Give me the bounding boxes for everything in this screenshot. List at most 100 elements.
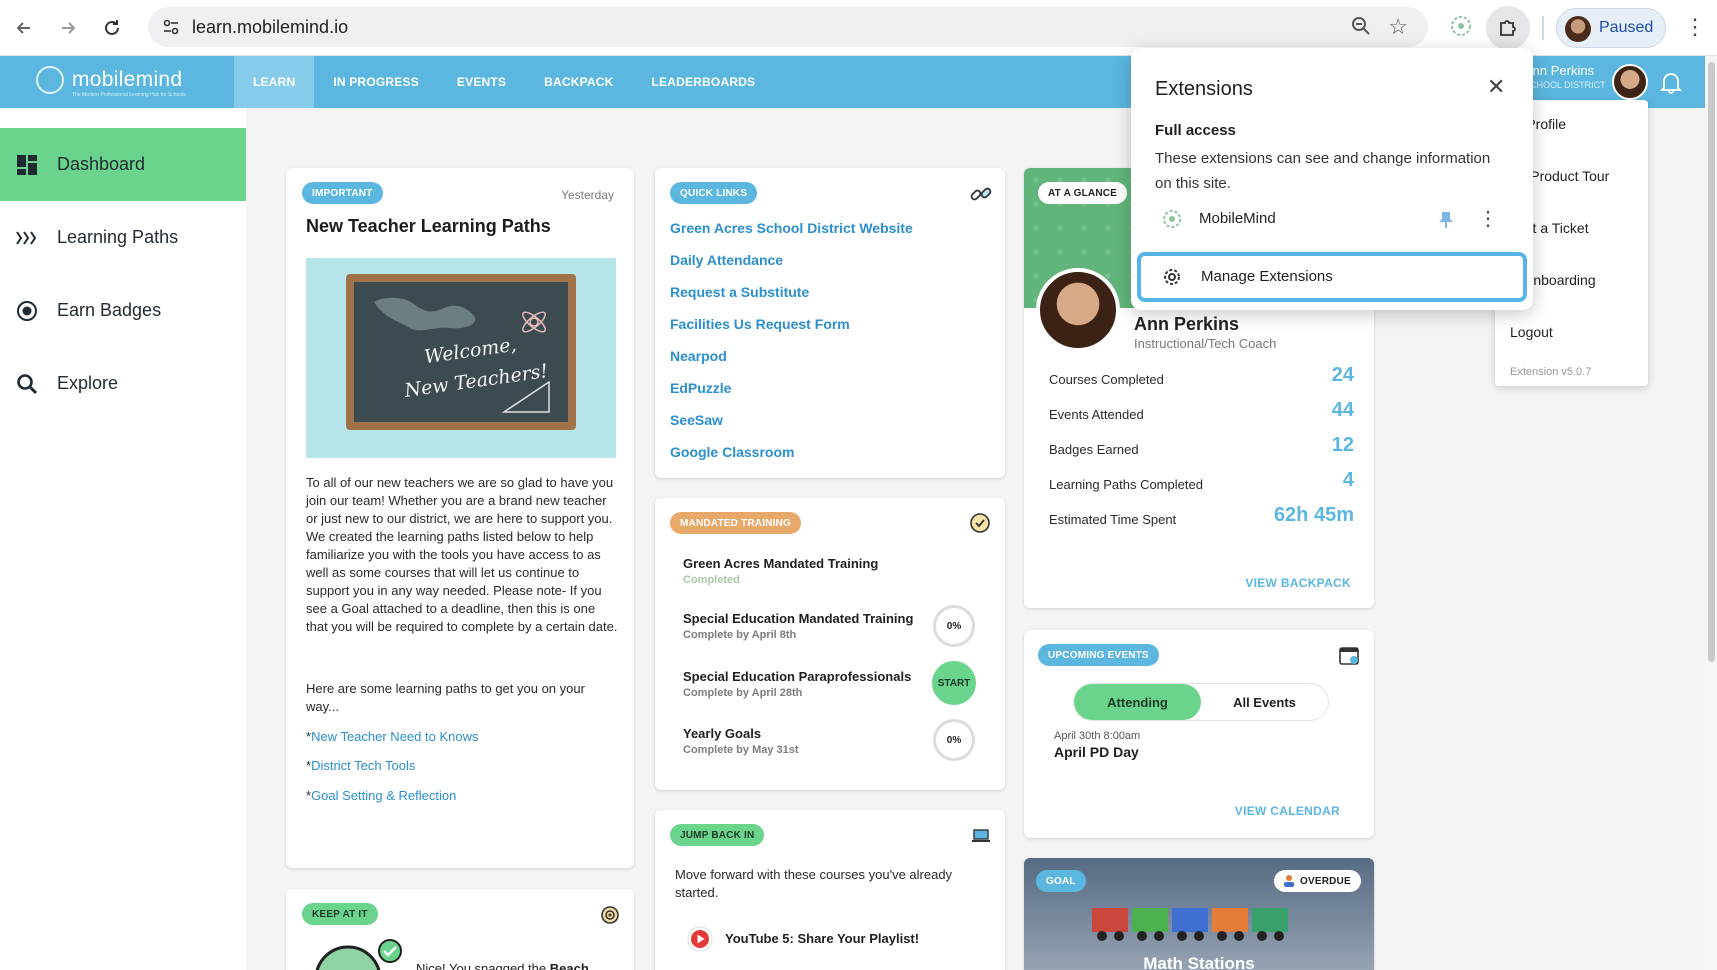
learning-path-link-2[interactable]: District Tech Tools <box>311 758 415 773</box>
scrollbar-thumb[interactable] <box>1708 62 1715 662</box>
stat-label: Learning Paths Completed <box>1049 477 1203 492</box>
overdue-label: OVERDUE <box>1300 875 1351 887</box>
training-item[interactable]: Green Acres Mandated Training Completed <box>683 556 1003 586</box>
jump-back-in-pill: JUMP BACK IN <box>670 824 765 846</box>
upcoming-events-card: UPCOMING EVENTS Attending All Events Apr… <box>1024 630 1374 838</box>
forward-icon[interactable] <box>52 12 84 44</box>
nav-in-progress[interactable]: IN PROGRESS <box>314 56 438 108</box>
target-icon <box>600 905 620 930</box>
overdue-person-icon <box>1282 874 1296 891</box>
progress-ring[interactable]: 0% <box>933 719 975 761</box>
sidebar-label-earn-badges: Earn Badges <box>57 300 162 320</box>
progress-ring[interactable]: 0% <box>933 605 975 647</box>
profile-status-label: Paused <box>1599 19 1654 36</box>
extension-name: MobileMind <box>1199 210 1276 227</box>
quick-links-pill: QUICK LINKS <box>670 182 758 204</box>
stat-courses-completed: Courses Completed 24 <box>1049 364 1354 394</box>
tab-attending[interactable]: Attending <box>1074 684 1201 720</box>
header-avatar[interactable] <box>1612 64 1648 100</box>
full-access-heading: Full access <box>1155 122 1236 139</box>
event-name[interactable]: April PD Day <box>1054 744 1139 760</box>
gear-icon <box>1161 266 1183 293</box>
stat-estimated-time: Estimated Time Spent 62h 45m <box>1049 504 1354 534</box>
quick-link-request-substitute[interactable]: Request a Substitute <box>670 284 913 316</box>
overdue-badge: OVERDUE <box>1274 870 1361 892</box>
close-icon[interactable]: ✕ <box>1487 74 1505 100</box>
jump-back-course-title[interactable]: YouTube 5: Share Your Playlist! <box>725 931 919 946</box>
manage-extensions-button[interactable]: Manage Extensions <box>1137 252 1527 302</box>
zoom-icon[interactable] <box>1350 15 1372 42</box>
extensions-puzzle-icon[interactable] <box>1486 6 1530 50</box>
nav-leaderboards[interactable]: LEADERBOARDS <box>633 56 775 108</box>
browser-menu-icon[interactable]: ⋮ <box>1684 14 1706 40</box>
sidebar-item-dashboard[interactable]: Dashboard <box>0 128 246 201</box>
extension-row-mobilemind[interactable]: MobileMind ⋮ <box>1155 206 1505 234</box>
goal-title[interactable]: Math Stations <box>1024 954 1374 970</box>
quick-link-edpuzzle[interactable]: EdPuzzle <box>670 380 913 412</box>
page-scrollbar[interactable] <box>1705 56 1717 970</box>
nav-backpack[interactable]: BACKPACK <box>525 56 632 108</box>
back-icon[interactable] <box>8 12 40 44</box>
header-user[interactable]: Ann Perkins SCHOOL DISTRICT <box>1524 64 1606 92</box>
calendar-icon <box>1338 644 1360 671</box>
keep-at-it-pill: KEEP AT IT <box>302 903 378 925</box>
paths-icon <box>15 226 39 250</box>
view-backpack-link[interactable]: VIEW BACKPACK <box>1245 576 1351 590</box>
quick-links-list: Green Acres School District Website Dail… <box>670 220 913 476</box>
announcement-date: Yesterday <box>561 188 614 202</box>
menu-item-logout[interactable]: Logout <box>1510 324 1553 340</box>
learning-path-link-1[interactable]: New Teacher Need to Knows <box>311 729 478 744</box>
quick-link-facilities-request[interactable]: Facilities Us Request Form <box>670 316 913 348</box>
mobilemind-extension-icon[interactable] <box>1448 13 1474 44</box>
quick-link-nearpod[interactable]: Nearpod <box>670 348 913 380</box>
stat-value: 12 <box>1331 434 1354 456</box>
dashboard-icon <box>15 153 39 177</box>
sidebar-item-explore[interactable]: Explore <box>0 347 246 420</box>
address-bar[interactable]: learn.mobilemind.io ☆ <box>148 7 1428 47</box>
sidebar-item-earn-badges[interactable]: Earn Badges <box>0 274 246 347</box>
search-icon <box>15 372 39 396</box>
stat-value: 62h 45m <box>1273 504 1354 526</box>
pin-icon[interactable] <box>1438 210 1454 235</box>
reload-icon[interactable] <box>96 12 128 44</box>
keep-at-it-text: Nice! You snagged the Beach <box>416 961 589 970</box>
nav-events[interactable]: EVENTS <box>438 56 525 108</box>
announcement-body: To all of our new teachers we are so gla… <box>306 475 618 634</box>
stat-badges-earned: Badges Earned 12 <box>1049 434 1354 464</box>
learning-path-link-3[interactable]: Goal Setting & Reflection <box>311 788 456 803</box>
sidebar-item-learning-paths[interactable]: Learning Paths <box>0 201 246 274</box>
quick-link-daily-attendance[interactable]: Daily Attendance <box>670 252 913 284</box>
welcome-chalkboard-image: Welcome, New Teachers! <box>306 258 616 458</box>
keep-at-it-card: KEEP AT IT Nice! You snagged the Beach <box>286 889 634 970</box>
bookmark-star-icon[interactable]: ☆ <box>1388 14 1408 40</box>
training-name: Green Acres Mandated Training <box>683 556 879 571</box>
stat-label: Estimated Time Spent <box>1049 512 1177 527</box>
quick-links-card: QUICK LINKS Green Acres School District … <box>655 168 1005 478</box>
browser-profile-chip[interactable]: Paused <box>1556 8 1666 48</box>
browser-profile-avatar <box>1565 16 1591 42</box>
glance-user-name: Ann Perkins <box>1134 314 1240 334</box>
announcement-link-row-3: *Goal Setting & Reflection <box>306 787 618 805</box>
site-settings-icon[interactable] <box>160 16 182 38</box>
quick-link-google-classroom[interactable]: Google Classroom <box>670 444 913 476</box>
extension-more-icon[interactable]: ⋮ <box>1478 206 1498 231</box>
url-text[interactable]: learn.mobilemind.io <box>192 17 348 38</box>
event-date: April 30th 8:00am <box>1054 730 1141 742</box>
announcement-title: New Teacher Learning Paths <box>306 216 551 236</box>
at-a-glance-pill: AT A GLANCE <box>1038 182 1128 204</box>
glance-user-role: Instructional/Tech Coach <box>1134 336 1277 351</box>
mobilemind-logo[interactable]: mobilemind The Modern Professional Learn… <box>36 66 186 98</box>
logo-tagline: The Modern Professional Learning Hub for… <box>72 92 186 98</box>
view-calendar-link[interactable]: VIEW CALENDAR <box>1235 804 1340 818</box>
nav-learn[interactable]: LEARN <box>234 56 315 108</box>
youtube-play-icon <box>687 926 713 957</box>
stat-events-attended: Events Attended 44 <box>1049 399 1354 429</box>
tab-all-events[interactable]: All Events <box>1201 684 1328 720</box>
quick-link-seesaw[interactable]: SeeSaw <box>670 412 913 444</box>
jump-back-in-card: JUMP BACK IN Move forward with these cou… <box>655 810 1005 970</box>
sidebar-label-explore: Explore <box>57 373 119 393</box>
upcoming-events-pill: UPCOMING EVENTS <box>1038 644 1159 666</box>
start-training-button[interactable]: START <box>932 661 976 705</box>
notifications-bell-icon[interactable] <box>1659 70 1683 99</box>
quick-link-district-website[interactable]: Green Acres School District Website <box>670 220 913 252</box>
